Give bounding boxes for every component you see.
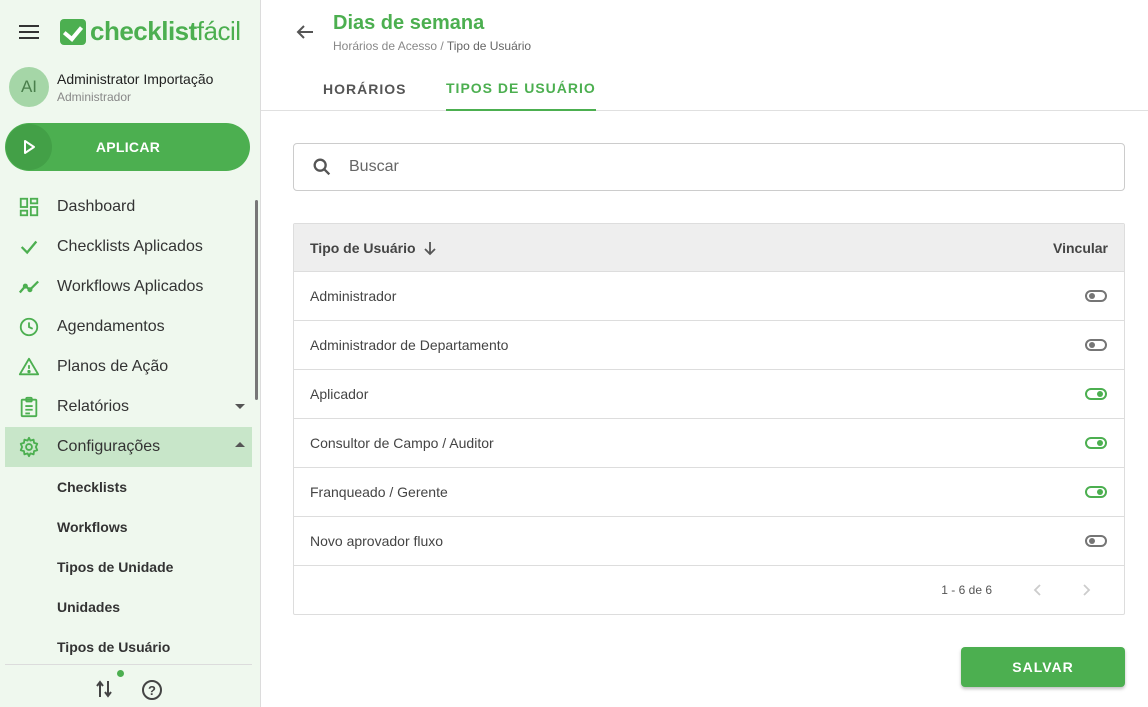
clock-icon	[18, 316, 40, 338]
sidebar-item-label: Relatórios	[57, 398, 130, 415]
sidebar: checklistfácil AI Administrator Importaç…	[0, 0, 261, 707]
sidebar-item-label: Dashboard	[57, 198, 136, 215]
sidebar-item-label: Agendamentos	[57, 318, 165, 335]
link-toggle[interactable]	[1085, 437, 1107, 449]
sidebar-item-label: Planos de Ação	[57, 358, 169, 375]
sidebar-subitem-checklists[interactable]: Checklists	[5, 467, 252, 507]
table-row: Administrador de Departamento	[294, 321, 1124, 370]
tab-bar: HORÁRIOS TIPOS DE USUÁRIO	[261, 66, 1148, 111]
user-types-table: Tipo de Usuário Vincular Administrador A…	[293, 223, 1125, 615]
row-label: Consultor de Campo / Auditor	[310, 435, 494, 451]
tab-tipos-de-usuario[interactable]: TIPOS DE USUÁRIO	[446, 66, 596, 111]
search-input[interactable]	[349, 158, 1124, 176]
main-content: Dias de semana Horários de Acesso / Tipo…	[261, 0, 1148, 707]
sidebar-subitem-workflows[interactable]: Workflows	[5, 507, 252, 547]
page-title: Dias de semana	[333, 12, 485, 34]
column-header-vincular: Vincular	[1053, 239, 1108, 256]
page-info: 1 - 6 de 6	[941, 583, 992, 597]
sync-status-dot	[117, 670, 124, 677]
row-label: Administrador	[310, 288, 397, 304]
logo-text-bold: checklist	[90, 16, 197, 46]
table-row: Consultor de Campo / Auditor	[294, 419, 1124, 468]
table-row: Novo aprovador fluxo	[294, 517, 1124, 566]
trend-icon	[18, 276, 40, 298]
breadcrumb-current: Tipo de Usuário	[446, 39, 532, 53]
sidebar-nav: Dashboard Checklists Aplicados Workflows…	[5, 187, 252, 667]
chevron-up-icon	[235, 442, 245, 447]
link-toggle[interactable]	[1085, 388, 1107, 400]
row-label: Administrador de Departamento	[310, 337, 509, 353]
apply-label: APLICAR	[95, 139, 161, 155]
user-role: Administrador	[57, 89, 132, 104]
table-row: Franqueado / Gerente	[294, 468, 1124, 517]
table-row: Administrador	[294, 272, 1124, 321]
help-icon[interactable]: ?	[142, 680, 162, 700]
search-icon	[313, 158, 331, 176]
warning-icon	[18, 356, 40, 378]
logo: checklistfácil	[60, 16, 241, 47]
link-toggle[interactable]	[1085, 339, 1107, 351]
clipboard-icon	[18, 396, 40, 418]
logo-text-light: fácil	[196, 16, 241, 46]
sidebar-item-label: Checklists Aplicados	[57, 238, 203, 255]
table-header: Tipo de Usuário Vincular	[294, 224, 1124, 272]
check-icon	[18, 236, 40, 258]
back-arrow-icon[interactable]	[295, 22, 315, 42]
sidebar-item-planos-de-acao[interactable]: Planos de Ação	[5, 347, 252, 387]
sidebar-item-dashboard[interactable]: Dashboard	[5, 187, 252, 227]
sidebar-item-agendamentos[interactable]: Agendamentos	[5, 307, 252, 347]
sidebar-subitem-tipos-de-usuario[interactable]: Tipos de Usuário	[5, 627, 252, 667]
column-header-label: Tipo de Usuário	[310, 239, 416, 256]
link-toggle[interactable]	[1085, 290, 1107, 302]
link-toggle[interactable]	[1085, 535, 1107, 547]
row-label: Novo aprovador fluxo	[310, 533, 444, 549]
chevron-right-icon	[1083, 584, 1091, 596]
logo-check-icon	[60, 18, 86, 45]
row-label: Franqueado / Gerente	[310, 484, 448, 500]
sidebar-item-configuracoes[interactable]: Configurações	[5, 427, 252, 467]
chevron-down-icon	[235, 404, 245, 409]
link-toggle[interactable]	[1085, 486, 1107, 498]
sidebar-item-workflows-aplicados[interactable]: Workflows Aplicados	[5, 267, 252, 307]
sidebar-subitem-unidades[interactable]: Unidades	[5, 587, 252, 627]
prev-page-button[interactable]	[1028, 580, 1048, 600]
column-header-tipo-de-usuario[interactable]: Tipo de Usuário	[294, 240, 438, 256]
breadcrumb-parent[interactable]: Horários de Acesso /	[333, 39, 444, 53]
arrow-down-icon	[423, 241, 436, 255]
sidebar-footer: ?	[5, 664, 252, 707]
user-profile[interactable]: AI Administrator Importação Administrado…	[9, 67, 213, 107]
search-box[interactable]	[293, 143, 1125, 191]
apply-button[interactable]: APLICAR	[5, 123, 250, 171]
tab-horarios[interactable]: HORÁRIOS	[323, 66, 406, 111]
row-label: Aplicador	[310, 386, 369, 402]
avatar: AI	[9, 67, 49, 107]
sidebar-item-checklists-aplicados[interactable]: Checklists Aplicados	[5, 227, 252, 267]
gear-icon	[18, 436, 40, 458]
user-name: Administrator Importação	[57, 70, 214, 87]
chevron-left-icon	[1033, 584, 1041, 596]
table-pagination: 1 - 6 de 6	[294, 566, 1124, 614]
breadcrumb: Horários de Acesso / Tipo de Usuário	[333, 39, 531, 53]
sidebar-item-label: Workflows Aplicados	[57, 278, 204, 295]
sidebar-scrollbar[interactable]	[255, 200, 258, 400]
dashboard-icon	[18, 196, 40, 218]
sync-icon[interactable]	[95, 679, 113, 699]
sidebar-item-label: Configurações	[57, 438, 161, 455]
sidebar-item-relatorios[interactable]: Relatórios	[5, 387, 252, 427]
play-icon	[6, 124, 52, 170]
sidebar-subitem-tipos-de-unidade[interactable]: Tipos de Unidade	[5, 547, 252, 587]
save-button[interactable]: SALVAR	[961, 647, 1125, 687]
next-page-button[interactable]	[1076, 580, 1096, 600]
table-row: Aplicador	[294, 370, 1124, 419]
menu-icon[interactable]	[19, 25, 39, 41]
